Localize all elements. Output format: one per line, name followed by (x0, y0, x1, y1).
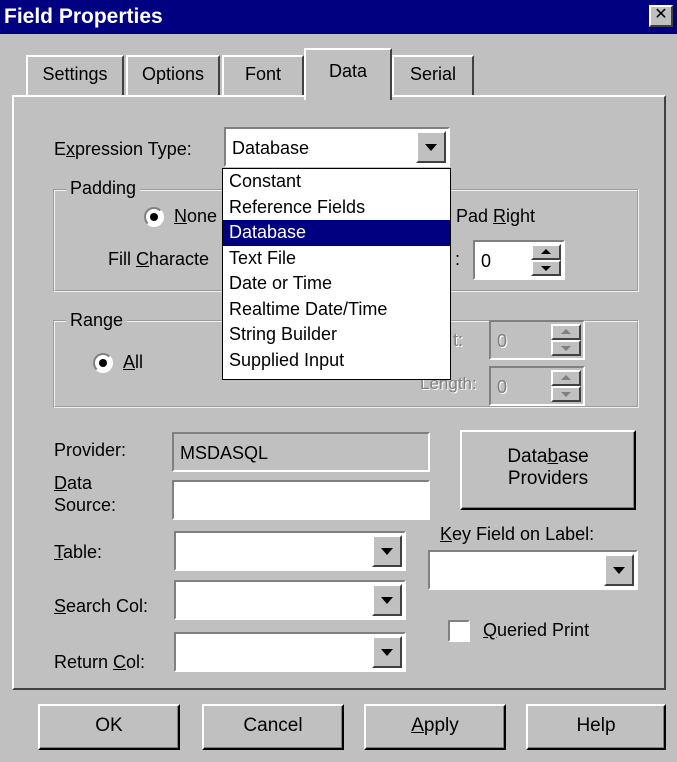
dropdown-option[interactable]: Reference Fields (223, 195, 450, 221)
padding-none-label: None (174, 206, 218, 226)
padding-none-radio[interactable] (144, 207, 164, 227)
pad-length-colon: : (455, 249, 461, 269)
chevron-down-icon (613, 567, 625, 574)
radio-dot-icon (150, 213, 158, 221)
table-label: Table: (54, 542, 103, 562)
tab-options-label: Options (141, 64, 205, 84)
range-legend: Range (66, 310, 128, 331)
spin-down-button (551, 386, 581, 402)
cancel-label: Cancel (243, 715, 303, 736)
queried-print-checkbox[interactable] (448, 620, 470, 642)
dropdown-option[interactable]: Realtime Date/Time (223, 297, 450, 323)
chevron-down-icon (425, 144, 437, 151)
arrow-down-icon (541, 266, 551, 271)
cancel-button[interactable]: Cancel (202, 704, 344, 750)
range-length-value: 0 (497, 377, 508, 397)
pad-right-label: Pad Right (456, 206, 536, 226)
tab-serial[interactable]: Serial (392, 55, 474, 95)
return-col-label: Return Col: (54, 652, 146, 672)
apply-button[interactable]: Apply (364, 704, 506, 750)
chevron-down-icon (381, 548, 393, 555)
tab-serial-label: Serial (409, 64, 457, 84)
provider-field: MSDASQL (172, 432, 430, 472)
arrow-up-icon (561, 375, 571, 380)
ok-label: OK (95, 715, 123, 736)
range-all-label: All (123, 352, 144, 372)
return-col-select[interactable] (174, 632, 406, 672)
spin-up-button (551, 370, 581, 386)
arrow-down-icon (561, 392, 571, 397)
tab-font-label: Font (244, 64, 282, 84)
tab-data-label: Data (328, 61, 368, 81)
dropdown-option[interactable]: Text File (223, 246, 450, 272)
chevron-down-icon (381, 597, 393, 604)
expression-type-select[interactable]: Database (224, 127, 450, 167)
data-source-input[interactable] (172, 480, 430, 520)
data-source-label: Data Source: (54, 473, 117, 515)
help-button[interactable]: Help (526, 704, 666, 750)
ok-button[interactable]: OK (38, 704, 180, 750)
expression-type-dropdown-button[interactable] (416, 131, 446, 163)
pad-length-value: 0 (481, 251, 492, 271)
help-label: Help (576, 715, 616, 736)
pad-length-spin-buttons[interactable] (531, 244, 561, 276)
dropdown-option[interactable]: String Builder (223, 322, 450, 348)
dropdown-option[interactable]: Constant (223, 169, 450, 195)
key-field-select[interactable] (428, 550, 638, 590)
expression-type-value: Database (232, 138, 310, 158)
arrow-up-icon (561, 329, 571, 334)
spin-up-button[interactable] (531, 244, 561, 260)
dropdown-option-selected[interactable]: Database (223, 220, 450, 246)
tab-options[interactable]: Options (126, 55, 220, 95)
spin-down-button (551, 340, 581, 356)
search-col-select[interactable] (174, 580, 406, 620)
chevron-down-icon (381, 649, 393, 656)
queried-print-label: Queried Print (483, 620, 590, 640)
range-start-label: t: (453, 330, 464, 350)
range-start-value: 0 (497, 331, 508, 351)
key-field-label: Key Field on Label: (440, 524, 595, 544)
dropdown-option[interactable]: Supplied Input (223, 348, 450, 374)
table-dropdown-button[interactable] (372, 535, 402, 567)
spin-up-button (551, 324, 581, 340)
padding-legend: Padding (66, 178, 141, 199)
tab-data[interactable]: Data (304, 48, 392, 100)
tab-settings-label: Settings (42, 64, 108, 84)
expression-type-dropdown-list: Constant Reference Fields Database Text … (222, 168, 451, 380)
arrow-up-icon (541, 249, 551, 254)
apply-label: Apply (411, 715, 459, 736)
search-col-dropdown-button[interactable] (372, 584, 402, 616)
fill-character-label: Fill Characte (108, 249, 210, 269)
tab-settings[interactable]: Settings (26, 55, 124, 95)
pad-length-spinner[interactable]: 0 (473, 240, 565, 280)
key-field-dropdown-button[interactable] (604, 554, 634, 586)
spin-down-button[interactable] (531, 260, 561, 276)
range-start-spin-buttons (551, 324, 581, 356)
provider-label: Provider: (54, 440, 127, 460)
table-select[interactable] (174, 531, 406, 571)
provider-value: MSDASQL (180, 443, 269, 463)
range-length-spin-buttons (551, 370, 581, 402)
tab-font[interactable]: Font (222, 55, 304, 95)
arrow-down-icon (561, 346, 571, 351)
close-button[interactable]: ✕ (649, 5, 673, 27)
range-length-spinner: 0 (489, 366, 585, 406)
radio-dot-icon (99, 359, 107, 367)
database-providers-button[interactable]: Database Providers (460, 430, 636, 510)
search-col-label: Search Col: (54, 596, 149, 616)
title-bar: Field Properties (0, 0, 677, 34)
range-start-spinner: 0 (489, 320, 585, 360)
expression-type-label: Expression Type: (54, 139, 192, 159)
close-icon: ✕ (654, 6, 668, 23)
range-all-radio[interactable] (93, 353, 113, 373)
return-col-dropdown-button[interactable] (372, 636, 402, 668)
window-title: Field Properties (4, 5, 163, 28)
dropdown-option[interactable]: Date or Time (223, 271, 450, 297)
